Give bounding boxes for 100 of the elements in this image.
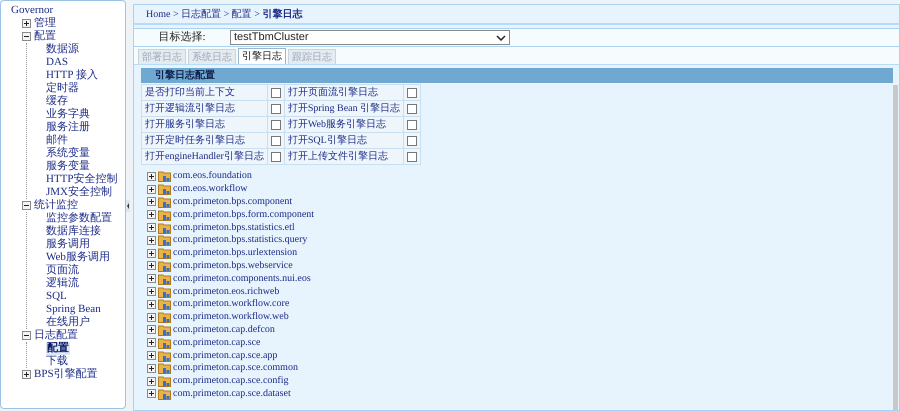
package-icon — [158, 388, 171, 400]
package-icon — [158, 350, 171, 362]
option-label: 打开SQL引擎日志 — [284, 132, 404, 148]
checkbox[interactable] — [270, 120, 281, 130]
tree-item[interactable]: 在线用户 — [46, 316, 90, 329]
package-item[interactable]: com.primeton.components.nui.eos — [173, 272, 311, 285]
tree-item[interactable]: HTTP安全控制 — [46, 173, 118, 186]
tree-item[interactable]: 页面流 — [46, 264, 79, 277]
package-item[interactable]: com.primeton.cap.sce.dataset — [173, 388, 291, 400]
tree-item[interactable]: 业务字典 — [46, 108, 90, 121]
tree-group[interactable]: 配置 — [34, 30, 56, 43]
expand-icon[interactable] — [22, 370, 31, 379]
tree-item[interactable]: 配置 — [46, 342, 70, 355]
package-item[interactable]: com.primeton.bps.statistics.query — [173, 234, 308, 246]
expand-icon[interactable] — [147, 172, 156, 181]
expand-icon[interactable] — [147, 312, 156, 322]
package-item[interactable]: com.primeton.bps.statistics.etl — [173, 222, 295, 234]
tree-item[interactable]: 邮件 — [46, 134, 68, 147]
package-item[interactable]: com.primeton.workflow.core — [173, 298, 290, 310]
target-select[interactable]: testTbmCluster — [230, 30, 510, 45]
checkbox[interactable] — [407, 152, 418, 162]
tree-item[interactable]: 下载 — [46, 355, 68, 368]
expand-icon[interactable] — [147, 210, 156, 220]
collapse-icon[interactable] — [22, 201, 31, 210]
expand-icon[interactable] — [147, 338, 156, 348]
tree-item[interactable]: 缓存 — [46, 95, 68, 108]
checkbox[interactable] — [270, 88, 281, 98]
package-item[interactable]: com.eos.foundation — [173, 170, 252, 182]
tree-item[interactable]: 监控参数配置 — [46, 212, 112, 225]
package-item[interactable]: com.primeton.cap.sce.config — [173, 375, 289, 388]
package-item[interactable]: com.primeton.cap.defcon — [173, 324, 275, 336]
expand-icon[interactable] — [147, 223, 156, 232]
package-icon — [158, 170, 171, 182]
checkbox[interactable] — [407, 136, 418, 146]
package-item[interactable]: com.primeton.bps.urlextension — [173, 247, 298, 260]
tree-group[interactable]: 管理 — [34, 17, 56, 30]
tree-item[interactable]: 定时器 — [46, 82, 79, 95]
checkbox[interactable] — [270, 152, 281, 162]
package-item[interactable]: com.primeton.eos.richweb — [173, 286, 280, 298]
expand-icon[interactable] — [22, 19, 31, 28]
tree-item[interactable]: DAS — [46, 56, 68, 69]
section-header: 引擎日志配置 — [141, 68, 893, 83]
tree-item[interactable]: 服务注册 — [46, 121, 90, 134]
package-item[interactable]: com.primeton.bps.component — [173, 196, 292, 208]
tree-item[interactable]: JMX安全控制 — [46, 186, 112, 199]
package-icon — [158, 234, 171, 246]
tree-item[interactable]: 系统变量 — [46, 147, 90, 160]
package-icon — [158, 222, 171, 234]
package-item[interactable]: com.primeton.cap.sce.common — [173, 362, 298, 374]
tree-root[interactable]: Governor — [11, 4, 125, 17]
checkbox[interactable] — [407, 120, 418, 130]
collapse-icon[interactable] — [22, 32, 31, 41]
tab[interactable]: 引擎日志 — [238, 48, 286, 64]
package-icon — [158, 336, 171, 349]
option-label: 打开engineHandler引擎日志 — [142, 148, 268, 164]
tree-item[interactable]: SQL — [46, 290, 67, 303]
expand-icon[interactable] — [147, 325, 156, 334]
package-item[interactable]: com.primeton.bps.form.component — [173, 208, 314, 221]
expand-icon[interactable] — [147, 261, 156, 270]
expand-icon[interactable] — [147, 389, 156, 398]
expand-icon[interactable] — [147, 248, 156, 258]
expand-icon[interactable] — [147, 351, 156, 360]
expand-icon[interactable] — [147, 376, 156, 386]
collapse-handle-icon[interactable] — [126, 200, 130, 212]
expand-icon[interactable] — [147, 287, 156, 296]
package-item[interactable]: com.primeton.cap.sce — [173, 336, 260, 349]
checkbox[interactable] — [270, 136, 281, 146]
package-icon — [158, 362, 171, 374]
checkbox[interactable] — [407, 88, 418, 98]
expand-icon[interactable] — [147, 274, 156, 284]
checkbox[interactable] — [407, 104, 418, 114]
package-icon — [158, 375, 171, 388]
tree-item[interactable]: 服务变量 — [46, 160, 90, 173]
tree-item[interactable]: 数据源 — [46, 43, 79, 56]
scrollbar[interactable] — [893, 85, 898, 410]
package-item[interactable]: com.primeton.cap.sce.app — [173, 350, 278, 362]
tree-item[interactable]: 服务调用 — [46, 238, 90, 251]
collapse-icon[interactable] — [22, 331, 31, 340]
package-icon — [158, 298, 171, 310]
option-label: 打开Web服务引擎日志 — [284, 116, 404, 132]
package-icon — [158, 324, 171, 336]
expand-icon[interactable] — [147, 184, 156, 194]
expand-icon[interactable] — [147, 364, 156, 373]
tree-item[interactable]: 数据库连接 — [46, 225, 101, 238]
expand-icon[interactable] — [147, 236, 156, 245]
tree-item[interactable]: Spring Bean — [46, 303, 101, 316]
tree-item[interactable]: HTTP 接入 — [46, 69, 98, 82]
expand-icon[interactable] — [147, 300, 156, 309]
tree-group[interactable]: 统计监控 — [34, 199, 78, 212]
package-item[interactable]: com.primeton.bps.webservice — [173, 260, 293, 272]
tree-group[interactable]: BPS引擎配置 — [34, 368, 98, 381]
package-item[interactable]: com.eos.workflow — [173, 183, 248, 196]
option-label: 打开上传文件引擎日志 — [284, 148, 404, 164]
tree-group[interactable]: 日志配置 — [34, 329, 78, 342]
tree-item[interactable]: Web服务调用 — [46, 251, 110, 264]
package-icon — [158, 286, 171, 298]
expand-icon[interactable] — [147, 197, 156, 206]
tree-item[interactable]: 逻辑流 — [46, 277, 79, 290]
package-item[interactable]: com.primeton.workflow.web — [173, 311, 289, 324]
checkbox[interactable] — [270, 104, 281, 114]
